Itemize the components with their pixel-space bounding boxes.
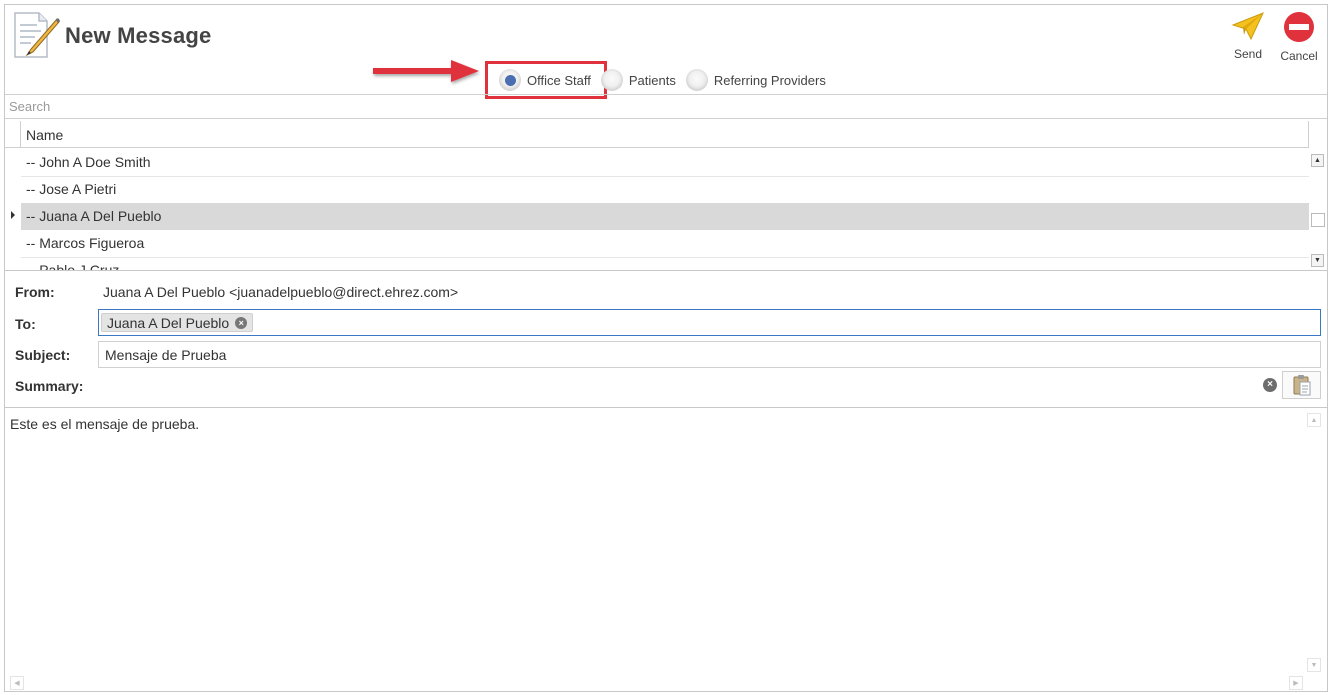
close-circle-icon[interactable]: × [235, 316, 248, 329]
clear-summary-icon[interactable]: × [1263, 378, 1277, 392]
cancel-button[interactable]: Cancel [1275, 9, 1323, 67]
cancel-label: Cancel [1280, 49, 1318, 63]
search-input[interactable] [5, 95, 1327, 118]
row-indicator-header [5, 121, 21, 148]
table-row-selected[interactable]: -- Juana A Del Pueblo [21, 203, 1309, 230]
recipient-token-label: Juana A Del Pueblo [107, 314, 230, 331]
send-button[interactable]: Send [1224, 9, 1272, 67]
current-row-pointer-icon [11, 211, 15, 219]
message-body-text: Este es el mensaje de prueba. [10, 416, 200, 432]
annotation-arrow [367, 57, 487, 87]
scroll-up-icon[interactable]: ▲ [1311, 154, 1324, 167]
summary-label: Summary: [15, 378, 84, 394]
recipient-token[interactable]: Juana A Del Pueblo × [101, 313, 254, 332]
to-field[interactable]: Juana A Del Pueblo × [98, 309, 1321, 336]
column-header-name[interactable]: Name [26, 127, 63, 143]
page-title: New Message [65, 23, 212, 48]
message-body-editor[interactable]: Este es el mensaje de prueba. ▲ ▼ ◀ ▶ [5, 407, 1327, 692]
note-pencil-icon [9, 9, 61, 61]
grid-vertical-scrollbar[interactable]: ▲ ▼ [1309, 149, 1327, 270]
from-label: From: [15, 284, 55, 300]
table-row[interactable]: -- Marcos Figueroa [21, 230, 1309, 257]
scroll-down-icon[interactable]: ▼ [1311, 254, 1324, 267]
table-row[interactable]: -- John A Doe Smith [21, 149, 1309, 176]
radio-office-staff[interactable]: Office Staff [499, 69, 595, 91]
new-message-window: New Message Send Cancel Office Staff Pat… [4, 4, 1328, 692]
scroll-thumb[interactable] [1311, 213, 1325, 227]
table-row[interactable]: -- Pablo J Cruz [21, 257, 1309, 270]
radio-referring-providers[interactable]: Referring Providers [685, 69, 830, 91]
radio-unselected-icon [685, 69, 708, 91]
grid-header: Name [5, 121, 1309, 148]
radio-selected-icon [499, 69, 521, 91]
radio-unselected-icon [600, 69, 623, 91]
subject-input[interactable] [99, 342, 1320, 367]
recipient-type-radio-group: Office Staff Patients Referring Provider… [499, 67, 836, 93]
to-label: To: [15, 316, 36, 332]
table-row[interactable]: -- Jose A Pietri [21, 176, 1309, 203]
send-label: Send [1233, 47, 1263, 61]
search-bar [5, 94, 1327, 119]
scroll-up-icon[interactable]: ▲ [1307, 413, 1321, 427]
no-entry-icon [1284, 12, 1314, 42]
contacts-grid: Name -- John A Doe Smith -- Jose A Pietr… [5, 121, 1327, 271]
radio-patients[interactable]: Patients [600, 69, 680, 91]
paper-plane-icon [1231, 12, 1264, 41]
clipboard-icon [1293, 375, 1310, 396]
scroll-left-icon[interactable]: ◀ [10, 676, 24, 690]
scroll-right-icon[interactable]: ▶ [1289, 676, 1303, 690]
from-value: Juana A Del Pueblo <juanadelpueblo@direc… [103, 284, 459, 300]
subject-field [98, 341, 1321, 368]
scroll-down-icon[interactable]: ▼ [1307, 658, 1321, 672]
subject-label: Subject: [15, 347, 71, 363]
paste-button[interactable] [1282, 371, 1321, 399]
